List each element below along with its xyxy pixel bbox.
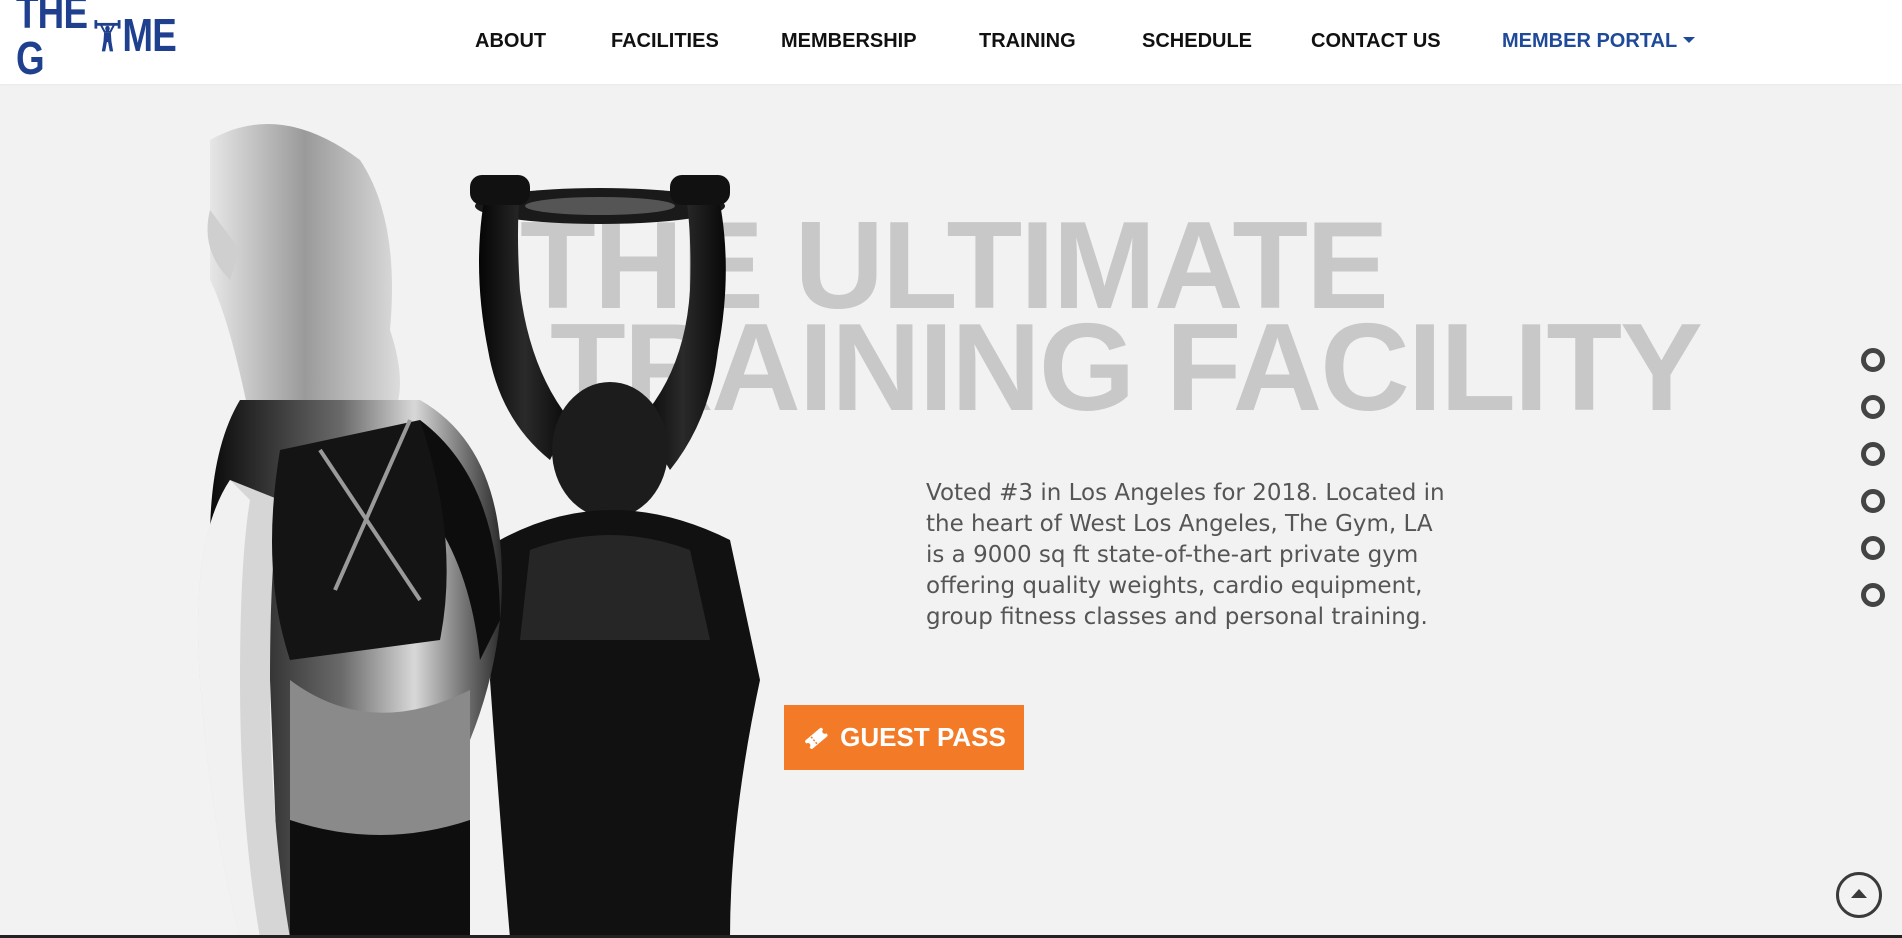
main-nav: ABOUT FACILITIES MEMBERSHIP TRAINING SCH… [0, 0, 1902, 84]
nav-contact-us[interactable]: CONTACT US [1311, 30, 1441, 53]
site-header: THE G ME ABOUT FACILITIES MEMBERSHIP TRA… [0, 0, 1902, 84]
nav-member-portal-label: MEMBER PORTAL [1502, 30, 1678, 52]
section-dot-3[interactable] [1861, 442, 1885, 466]
chevron-up-icon [1851, 889, 1867, 898]
section-dot-4[interactable] [1861, 489, 1885, 513]
back-to-top-button[interactable] [1836, 872, 1882, 918]
ticket-icon [805, 727, 828, 749]
section-dot-2[interactable] [1861, 395, 1885, 419]
nav-schedule[interactable]: SCHEDULE [1142, 30, 1252, 53]
guest-pass-button[interactable]: GUEST PASS [784, 705, 1024, 770]
nav-training[interactable]: TRAINING [979, 30, 1076, 53]
chevron-down-icon [1683, 36, 1696, 43]
section-nav-dots [1861, 348, 1885, 630]
section-dot-5[interactable] [1861, 536, 1885, 560]
guest-pass-label: GUEST PASS [840, 722, 1006, 752]
hero-athletes-image [198, 124, 760, 938]
nav-facilities[interactable]: FACILITIES [611, 30, 719, 53]
nav-member-portal[interactable]: MEMBER PORTAL [1502, 30, 1696, 53]
section-dot-1[interactable] [1861, 348, 1885, 372]
nav-membership[interactable]: MEMBERSHIP [781, 30, 917, 53]
section-dot-6[interactable] [1861, 583, 1885, 607]
nav-about[interactable]: ABOUT [475, 30, 546, 53]
hero-description: Voted #3 in Los Angeles for 2018. Locate… [926, 480, 1445, 630]
